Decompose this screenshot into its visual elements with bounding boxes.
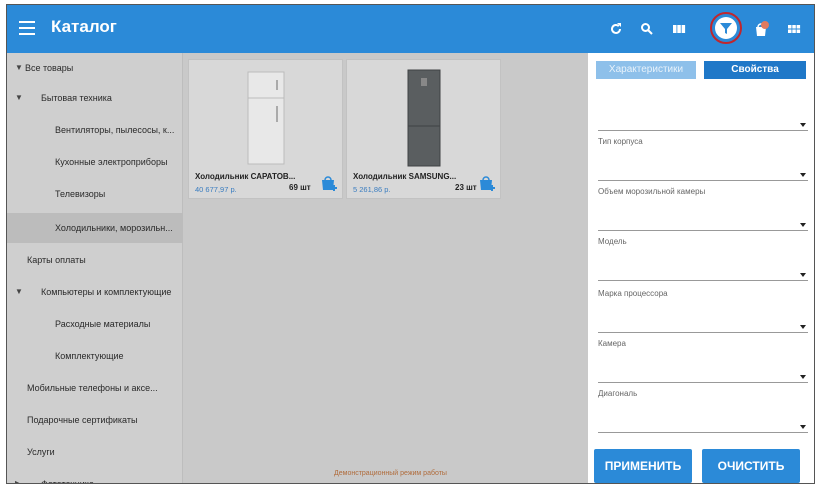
filter-select[interactable]: Марка процессора bbox=[598, 289, 808, 339]
category-sidebar: ▼ Все товары ▼ Бытовая техника Вентилято… bbox=[7, 53, 183, 483]
field-label: Марка процессора bbox=[598, 289, 668, 298]
tab-properties[interactable]: Свойства bbox=[704, 61, 806, 79]
field-underline bbox=[598, 230, 808, 231]
fridge-white-image bbox=[247, 71, 285, 165]
product-name: Холодильник САРАТОВ... bbox=[195, 172, 296, 181]
sidebar-item-computers[interactable]: ▼ Компьютеры и комплектующие bbox=[7, 277, 183, 307]
filter-panel: Характеристики Свойства Тип корпуса Объе… bbox=[588, 53, 814, 483]
sidebar-item-label: Вентиляторы, пылесосы, к... bbox=[55, 125, 175, 135]
dropdown-caret-icon[interactable] bbox=[800, 123, 806, 127]
sidebar-item-phones[interactable]: Мобильные телефоны и аксе... bbox=[7, 373, 183, 403]
field-label: Объем морозильной камеры bbox=[598, 187, 706, 196]
sidebar-item-label: Кухонные электроприборы bbox=[55, 157, 168, 167]
sidebar-item-label: Комплектующие bbox=[55, 351, 124, 361]
sidebar-item-label: Фототехника bbox=[41, 479, 94, 484]
sidebar-item-label: Холодильники, морозильн... bbox=[55, 223, 173, 233]
menu-icon[interactable] bbox=[19, 21, 35, 35]
filter-icon[interactable] bbox=[715, 17, 737, 39]
dropdown-caret-icon[interactable] bbox=[800, 223, 806, 227]
page-title: Каталог bbox=[51, 17, 117, 36]
field-underline bbox=[598, 332, 808, 333]
filter-select[interactable]: Камера bbox=[598, 339, 808, 389]
add-to-cart-icon[interactable] bbox=[319, 172, 339, 192]
sidebar-item-payment-cards[interactable]: Карты оплаты bbox=[7, 245, 183, 275]
tab-characteristics[interactable]: Характеристики bbox=[596, 61, 696, 79]
refresh-icon[interactable] bbox=[605, 18, 627, 40]
sidebar-item-photo[interactable]: ▶ Фототехника bbox=[7, 469, 183, 484]
filter-select[interactable] bbox=[598, 87, 808, 137]
product-price: 5 261,86 р. bbox=[353, 185, 391, 194]
sidebar-item-label: Мобильные телефоны и аксе... bbox=[27, 383, 158, 393]
dropdown-caret-icon[interactable] bbox=[800, 273, 806, 277]
expand-arrow-icon[interactable]: ▼ bbox=[15, 53, 23, 83]
dropdown-caret-icon[interactable] bbox=[800, 173, 806, 177]
product-grid: Холодильник САРАТОВ... 40 677,97 р. 69 ш… bbox=[184, 53, 588, 483]
sidebar-item-home-appliances[interactable]: ▼ Бытовая техника bbox=[7, 83, 183, 113]
clear-button[interactable]: ОЧИСТИТЬ bbox=[702, 449, 800, 483]
field-underline bbox=[598, 280, 808, 281]
dropdown-caret-icon[interactable] bbox=[800, 375, 806, 379]
filter-select[interactable]: Тип корпуса bbox=[598, 137, 808, 187]
filter-select[interactable]: Диагональ bbox=[598, 389, 808, 439]
field-underline bbox=[598, 130, 808, 131]
sidebar-item-fridges[interactable]: Холодильники, морозильн... bbox=[7, 213, 183, 243]
product-quantity: 23 шт bbox=[455, 183, 477, 192]
product-price: 40 677,97 р. bbox=[195, 185, 237, 194]
sidebar-item-all[interactable]: ▼ Все товары bbox=[7, 53, 183, 83]
top-bar: Каталог bbox=[7, 5, 814, 53]
product-card[interactable]: Холодильник SAMSUNG... 5 261,86 р. 23 шт bbox=[346, 59, 501, 199]
fridge-dark-image bbox=[407, 69, 441, 167]
app-window: Каталог ▼ Все товары ▼ Бытовая техника В… bbox=[6, 4, 815, 484]
sidebar-item-consumables[interactable]: Расходные материалы bbox=[7, 309, 183, 339]
filter-select[interactable]: Модель bbox=[598, 237, 808, 287]
sidebar-item-fans[interactable]: Вентиляторы, пылесосы, к... bbox=[7, 115, 183, 145]
bag-icon[interactable] bbox=[750, 18, 772, 40]
sidebar-item-label: Услуги bbox=[27, 447, 55, 457]
add-to-cart-icon[interactable] bbox=[477, 172, 497, 192]
grid-icon[interactable] bbox=[783, 18, 805, 40]
sidebar-item-label: Все товары bbox=[25, 63, 74, 73]
dropdown-caret-icon[interactable] bbox=[800, 325, 806, 329]
dropdown-caret-icon[interactable] bbox=[800, 425, 806, 429]
sidebar-item-gift-certificates[interactable]: Подарочные сертификаты bbox=[7, 405, 183, 435]
apply-button[interactable]: ПРИМЕНИТЬ bbox=[594, 449, 692, 483]
sidebar-item-label: Бытовая техника bbox=[41, 93, 112, 103]
product-name: Холодильник SAMSUNG... bbox=[353, 172, 457, 181]
sidebar-item-components[interactable]: Комплектующие bbox=[7, 341, 183, 371]
sidebar-item-kitchen[interactable]: Кухонные электроприборы bbox=[7, 147, 183, 177]
sidebar-item-label: Расходные материалы bbox=[55, 319, 151, 329]
view-toggle-icon[interactable] bbox=[668, 18, 690, 40]
sidebar-item-label: Телевизоры bbox=[55, 189, 106, 199]
filter-select[interactable]: Объем морозильной камеры bbox=[598, 187, 808, 237]
expand-arrow-icon[interactable]: ▼ bbox=[15, 277, 23, 307]
sidebar-item-label: Подарочные сертификаты bbox=[27, 415, 138, 425]
filter-highlight bbox=[710, 12, 742, 44]
sidebar-item-label: Карты оплаты bbox=[27, 255, 86, 265]
field-label: Тип корпуса bbox=[598, 137, 643, 146]
sidebar-item-tv[interactable]: Телевизоры bbox=[7, 179, 183, 209]
expand-arrow-icon[interactable]: ▶ bbox=[15, 469, 21, 483]
field-underline bbox=[598, 382, 808, 383]
sidebar-item-services[interactable]: Услуги bbox=[7, 437, 183, 467]
search-icon[interactable] bbox=[636, 18, 658, 40]
product-card[interactable]: Холодильник САРАТОВ... 40 677,97 р. 69 ш… bbox=[188, 59, 343, 199]
demo-mode-note: Демонстрационный режим работы bbox=[334, 470, 447, 477]
field-label: Диагональ bbox=[598, 389, 638, 398]
field-label: Модель bbox=[598, 237, 627, 246]
product-quantity: 69 шт bbox=[289, 183, 311, 192]
field-underline bbox=[598, 432, 808, 433]
field-underline bbox=[598, 180, 808, 181]
expand-arrow-icon[interactable]: ▼ bbox=[15, 83, 23, 113]
sidebar-item-label: Компьютеры и комплектующие bbox=[41, 287, 172, 297]
field-label: Камера bbox=[598, 339, 626, 348]
